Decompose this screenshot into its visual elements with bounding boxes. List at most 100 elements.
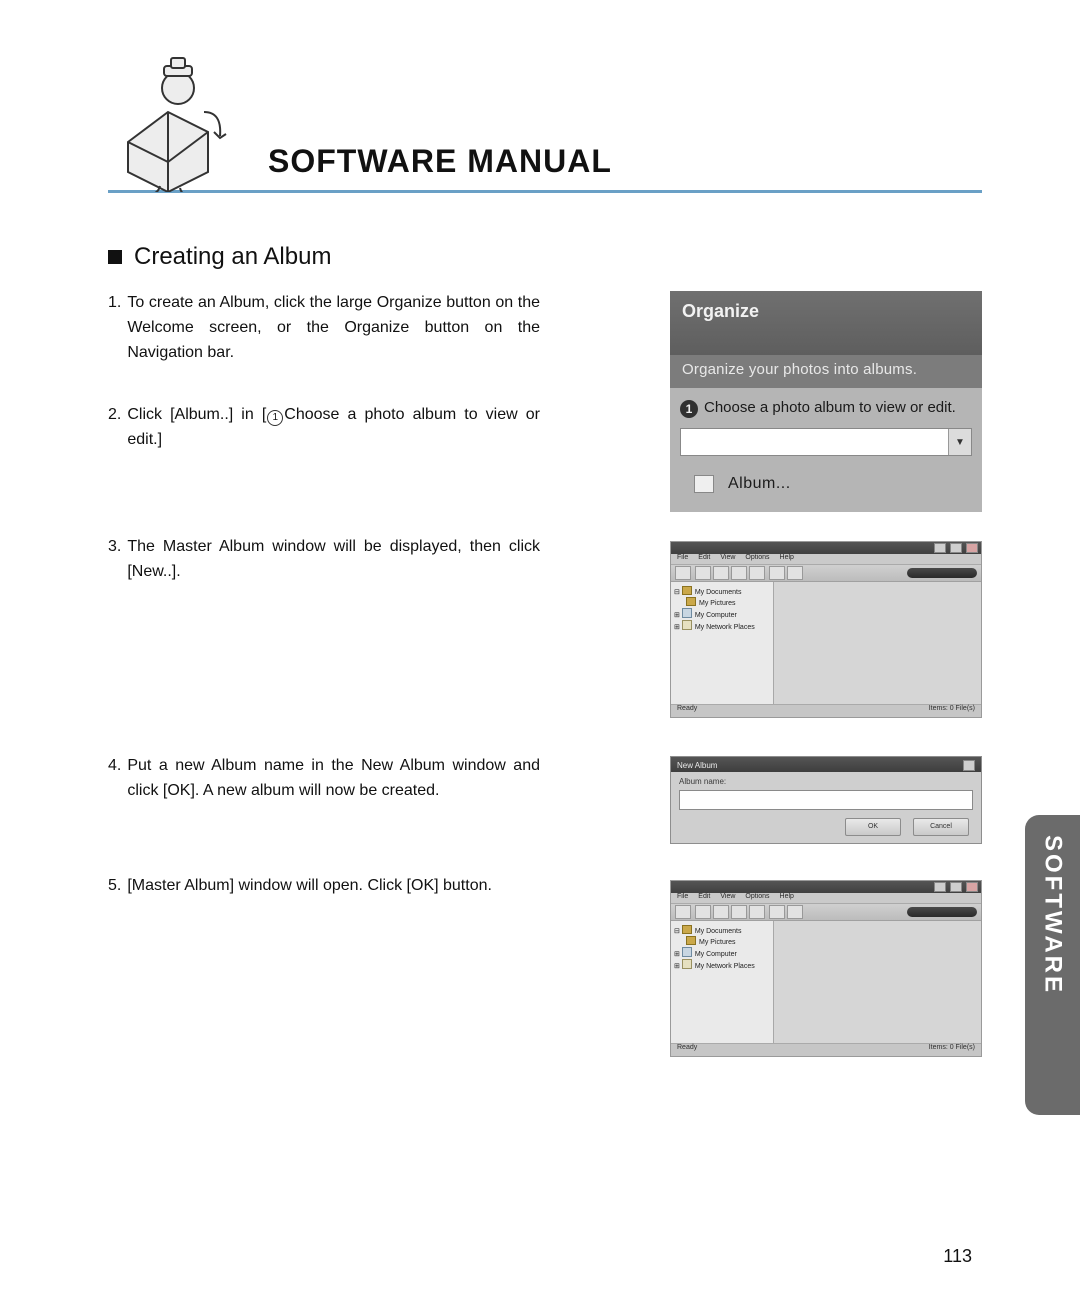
menu-item[interactable]: Options: [745, 554, 769, 564]
window-close-icon[interactable]: [966, 543, 978, 553]
folder-tree[interactable]: ⊟ My Documents My Pictures ⊞ My Computer…: [671, 582, 774, 704]
row-step4: 4. Put a new Album name in the New Album…: [108, 754, 982, 844]
step-number: 1.: [108, 291, 127, 365]
tree-node[interactable]: My Computer: [695, 951, 737, 958]
menu-item[interactable]: Options: [745, 893, 769, 903]
organize-prompt: Choose a photo album to view or edit.: [704, 398, 956, 418]
toolbar-button-icon[interactable]: [769, 905, 785, 919]
row-step3: 3. The Master Album window will be displ…: [108, 535, 982, 718]
side-tab-label: SOFTWARE: [1039, 835, 1067, 995]
window-maximize-icon[interactable]: [950, 543, 962, 553]
step-badge-1-icon: 1: [680, 400, 698, 418]
step-4: 4. Put a new Album name in the New Album…: [108, 754, 540, 804]
toolbar-button-icon[interactable]: [695, 905, 711, 919]
folder-tree[interactable]: ⊟ My Documents My Pictures ⊞ My Computer…: [671, 921, 774, 1043]
mascot-illustration: [108, 52, 228, 192]
menu-item[interactable]: Help: [780, 554, 794, 564]
menu-item[interactable]: View: [720, 554, 735, 564]
organize-title: Organize: [670, 291, 982, 355]
step-1: 1. To create an Album, click the large O…: [108, 291, 540, 365]
dialog-close-icon[interactable]: [963, 760, 975, 771]
album-label: Album...: [728, 475, 791, 493]
toolbar-button-icon[interactable]: [695, 566, 711, 580]
status-left: Ready: [677, 705, 697, 717]
toolbar-button-icon[interactable]: [749, 566, 765, 580]
menu-item[interactable]: Edit: [698, 554, 710, 564]
toolbar-button-icon[interactable]: [731, 905, 747, 919]
section-heading-text: Creating an Album: [134, 243, 331, 271]
tree-node[interactable]: My Pictures: [699, 939, 736, 946]
network-icon: [682, 620, 692, 630]
album-icon: [694, 475, 714, 493]
tree-node[interactable]: My Network Places: [695, 963, 755, 970]
dropdown-arrow-icon[interactable]: ▼: [948, 429, 971, 455]
menu-item[interactable]: File: [677, 893, 688, 903]
folder-icon: [686, 936, 696, 945]
tree-node[interactable]: My Network Places: [695, 624, 755, 631]
content-area: [774, 582, 981, 704]
row-step5: 5. [Master Album] window will open. Clic…: [108, 874, 982, 1057]
page: SOFTWARE MANUAL Creating an Album 1. To …: [0, 0, 1080, 1295]
dialog-titlebar: New Album: [671, 757, 981, 772]
folder-icon: [682, 925, 692, 934]
page-number: 113: [943, 1246, 972, 1267]
toolbar-button-icon[interactable]: [769, 566, 785, 580]
window-statusbar: Ready Items: 0 File(s): [671, 704, 981, 717]
new-album-dialog-screenshot: New Album Album name: OK Cancel: [670, 756, 982, 844]
window-titlebar: [671, 881, 981, 893]
square-bullet-icon: [108, 250, 122, 264]
header: SOFTWARE MANUAL: [108, 30, 982, 193]
step-5: 5. [Master Album] window will open. Clic…: [108, 874, 540, 899]
network-icon: [682, 959, 692, 969]
toolbar-button-icon[interactable]: [731, 566, 747, 580]
window-menubar: File Edit View Options Help: [671, 893, 981, 904]
toolbar-button-icon[interactable]: [675, 905, 691, 919]
window-statusbar: Ready Items: 0 File(s): [671, 1043, 981, 1056]
step-text: [Master Album] window will open. Click […: [127, 874, 540, 899]
window-close-icon[interactable]: [966, 882, 978, 892]
status-left: Ready: [677, 1044, 697, 1056]
dialog-title: New Album: [677, 761, 717, 770]
organize-subtitle: Organize your photos into albums.: [670, 355, 982, 388]
album-name-input[interactable]: [679, 790, 973, 810]
step-text: Put a new Album name in the New Album wi…: [127, 754, 540, 804]
tree-node[interactable]: My Documents: [695, 589, 742, 596]
content-area: [774, 921, 981, 1043]
section-heading: Creating an Album: [108, 243, 982, 271]
tree-node[interactable]: My Computer: [695, 612, 737, 619]
step-number: 2.: [108, 403, 127, 453]
cancel-button[interactable]: Cancel: [913, 818, 969, 836]
page-title: SOFTWARE MANUAL: [268, 143, 612, 180]
tree-node[interactable]: My Pictures: [699, 600, 736, 607]
step-3: 3. The Master Album window will be displ…: [108, 535, 540, 585]
master-album-window-screenshot-2: File Edit View Options Help: [670, 880, 982, 1057]
dialog-label: Album name:: [679, 777, 973, 786]
computer-icon: [682, 608, 692, 618]
toolbar-pill: [907, 907, 977, 917]
toolbar-button-icon[interactable]: [749, 905, 765, 919]
status-right: Items: 0 File(s): [929, 705, 975, 717]
toolbar-button-icon[interactable]: [675, 566, 691, 580]
toolbar-button-icon[interactable]: [713, 905, 729, 919]
window-maximize-icon[interactable]: [950, 882, 962, 892]
organize-body: 1 Choose a photo album to view or edit. …: [670, 388, 982, 512]
menu-item[interactable]: View: [720, 893, 735, 903]
step-text: The Master Album window will be displaye…: [127, 535, 540, 585]
toolbar-button-icon[interactable]: [787, 905, 803, 919]
folder-icon: [686, 597, 696, 606]
window-minimize-icon[interactable]: [934, 543, 946, 553]
tree-node[interactable]: My Documents: [695, 928, 742, 935]
menu-item[interactable]: Edit: [698, 893, 710, 903]
step-text-pre: Click [Album..] in [: [127, 406, 266, 423]
ok-button[interactable]: OK: [845, 818, 901, 836]
album-row[interactable]: Album...: [680, 468, 972, 500]
window-titlebar: [671, 542, 981, 554]
album-dropdown[interactable]: ▼: [680, 428, 972, 456]
menu-item[interactable]: File: [677, 554, 688, 564]
toolbar-button-icon[interactable]: [787, 566, 803, 580]
toolbar-pill: [907, 568, 977, 578]
window-toolbar: [671, 565, 981, 582]
window-minimize-icon[interactable]: [934, 882, 946, 892]
menu-item[interactable]: Help: [780, 893, 794, 903]
toolbar-button-icon[interactable]: [713, 566, 729, 580]
